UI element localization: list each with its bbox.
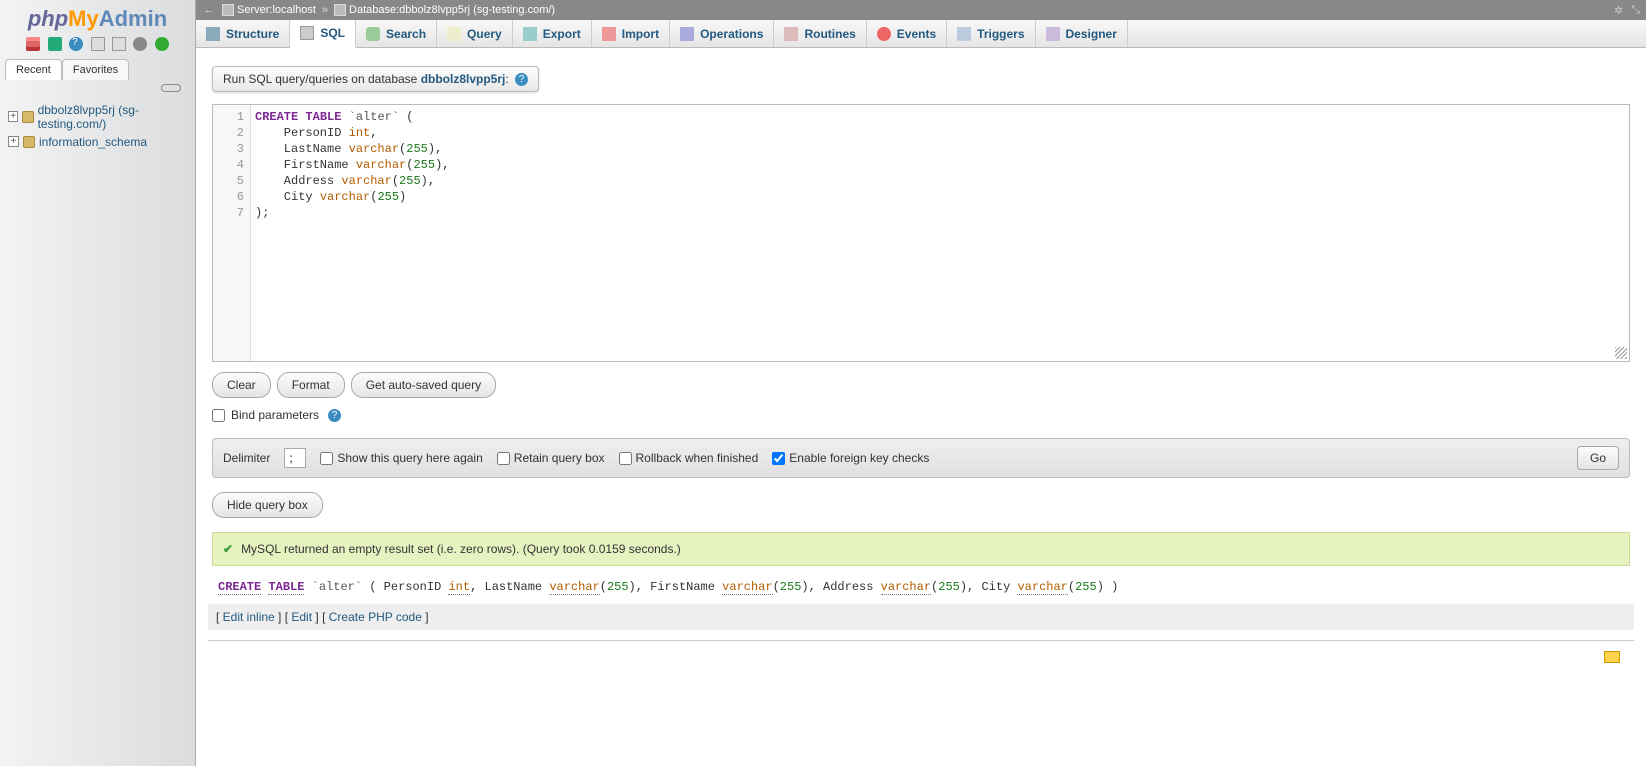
- sql-icon[interactable]: [91, 37, 105, 51]
- bc-db-label: Database:: [349, 4, 399, 16]
- tab-import[interactable]: Import: [592, 20, 670, 47]
- format-button[interactable]: Format: [277, 372, 345, 398]
- nav-settings-icon[interactable]: [112, 37, 126, 51]
- retain-checkbox[interactable]: [497, 452, 510, 465]
- tab-routines[interactable]: Routines: [774, 20, 866, 47]
- bc-server-label: Server:: [237, 4, 272, 16]
- sidebar-quick-icons: [0, 34, 195, 57]
- tab-sql[interactable]: SQL: [290, 20, 356, 48]
- sidebar: phpMyAdmin RecentFavorites + dbbolz8lvpp5…: [0, 0, 196, 766]
- link-toggle[interactable]: [0, 80, 195, 97]
- nav-db-item[interactable]: + dbbolz8lvpp5rj (sg-testing.com/): [4, 101, 195, 133]
- delimiter-label: Delimiter: [223, 451, 270, 465]
- show-again-checkbox[interactable]: [320, 452, 333, 465]
- bind-params-checkbox[interactable]: [212, 409, 225, 422]
- operations-icon: [680, 27, 694, 41]
- tab-operations[interactable]: Operations: [670, 20, 774, 47]
- success-icon: ✔: [223, 542, 233, 556]
- tab-query[interactable]: Query: [437, 20, 513, 47]
- editor-buttons: Clear Format Get auto-saved query: [212, 372, 1630, 398]
- edit-link[interactable]: Edit: [291, 610, 312, 624]
- database-icon: [22, 111, 33, 123]
- executed-query: CREATE TABLE `alter` ( PersonID int, Las…: [208, 576, 1634, 604]
- resize-handle[interactable]: [1615, 347, 1627, 359]
- import-icon: [602, 27, 616, 41]
- events-icon: [877, 27, 891, 41]
- designer-icon: [1046, 27, 1060, 41]
- clear-button[interactable]: Clear: [212, 372, 271, 398]
- rollback-checkbox[interactable]: [619, 452, 632, 465]
- sql-editor[interactable]: 1234567 CREATE TABLE `alter` ( PersonID …: [212, 104, 1630, 362]
- go-button[interactable]: Go: [1577, 446, 1619, 470]
- help-icon[interactable]: ?: [515, 73, 528, 86]
- logout-icon[interactable]: [48, 37, 62, 51]
- sql-icon: [300, 26, 314, 40]
- tab-recent[interactable]: Recent: [5, 59, 62, 80]
- tab-structure[interactable]: Structure: [196, 20, 290, 47]
- tab-search[interactable]: Search: [356, 20, 437, 47]
- triggers-icon: [957, 27, 971, 41]
- structure-icon: [206, 27, 220, 41]
- breadcrumb: ← Server: localhost » Database: dbbolz8l…: [196, 0, 1646, 20]
- panel-toggle-icon[interactable]: ⤡: [1631, 4, 1640, 17]
- tab-triggers[interactable]: Triggers: [947, 20, 1035, 47]
- query-fieldset-label: Run SQL query/queries on database dbbolz…: [212, 66, 539, 92]
- database-icon: [334, 4, 346, 16]
- db-link[interactable]: dbbolz8lvpp5rj (sg-testing.com/): [38, 103, 195, 131]
- database-icon: [23, 136, 35, 148]
- bc-server-link[interactable]: localhost: [272, 4, 315, 16]
- nav-db-item[interactable]: + information_schema: [4, 133, 195, 151]
- docs-icon[interactable]: [69, 37, 83, 51]
- tab-designer[interactable]: Designer: [1036, 20, 1128, 47]
- tab-events[interactable]: Events: [867, 20, 947, 47]
- main: ← Server: localhost » Database: dbbolz8l…: [196, 0, 1646, 696]
- help-icon[interactable]: ?: [328, 409, 341, 422]
- reload-icon[interactable]: [155, 37, 169, 51]
- expand-icon[interactable]: +: [8, 111, 18, 122]
- bc-db-link[interactable]: dbbolz8lvpp5rj (sg-testing.com/): [399, 4, 555, 16]
- expand-icon[interactable]: +: [8, 136, 19, 147]
- export-icon: [523, 27, 537, 41]
- routines-icon: [784, 27, 798, 41]
- query-options-bar: Delimiter Show this query here again Ret…: [212, 438, 1630, 478]
- hide-query-button[interactable]: Hide query box: [212, 492, 323, 518]
- reload-nav-icon[interactable]: [133, 37, 147, 51]
- autosaved-button[interactable]: Get auto-saved query: [351, 372, 496, 398]
- query-icon: [447, 27, 461, 41]
- server-icon: [222, 4, 234, 16]
- bind-params-row: Bind parameters ?: [212, 408, 1630, 422]
- settings-icon[interactable]: ✲: [1614, 4, 1623, 17]
- search-icon: [366, 27, 380, 41]
- tab-export[interactable]: Export: [513, 20, 592, 47]
- delimiter-input[interactable]: [284, 448, 306, 468]
- success-message: ✔ MySQL returned an empty result set (i.…: [212, 532, 1630, 566]
- logo[interactable]: phpMyAdmin: [0, 0, 195, 34]
- line-gutter: 1234567: [213, 105, 251, 361]
- tab-favorites[interactable]: Favorites: [62, 59, 129, 80]
- fk-checkbox[interactable]: [772, 452, 785, 465]
- sidebar-tabs: RecentFavorites: [5, 59, 190, 80]
- nav-collapse-icon[interactable]: ←: [202, 4, 216, 16]
- create-php-link[interactable]: Create PHP code: [329, 610, 422, 624]
- edit-inline-link[interactable]: Edit inline: [223, 610, 275, 624]
- db-link[interactable]: information_schema: [39, 135, 147, 149]
- nav-tree: + dbbolz8lvpp5rj (sg-testing.com/) + inform…: [0, 97, 195, 151]
- bookmark-icon[interactable]: [1604, 651, 1620, 663]
- main-tabs: StructureSQLSearchQueryExportImportOpera…: [196, 20, 1646, 48]
- query-links: [ Edit inline ] [ Edit ] [ Create PHP co…: [208, 604, 1634, 630]
- home-icon[interactable]: [26, 37, 40, 51]
- code-area[interactable]: CREATE TABLE `alter` ( PersonID int, Las…: [251, 105, 1629, 361]
